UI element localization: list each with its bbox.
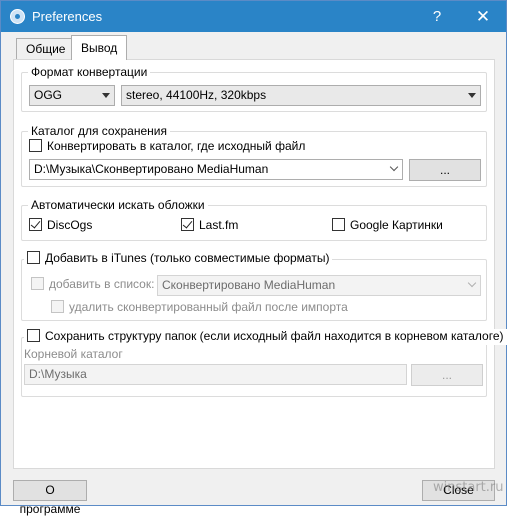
- itunes-group: Добавить в iTunes (только совместимые фо…: [21, 251, 487, 321]
- checkbox-icon: [31, 277, 44, 290]
- checkbox-icon: [29, 139, 42, 152]
- quality-select-value: stereo, 44100Hz, 320kbps: [126, 88, 267, 102]
- format-group-title: Формат конвертации: [28, 65, 151, 79]
- chevron-down-icon: [467, 278, 477, 288]
- add-to-itunes-label: Добавить в iTunes (только совместимые фо…: [45, 251, 330, 265]
- checkbox-icon: [332, 218, 345, 231]
- itunes-playlist-combo[interactable]: Сконвертировано MediaHuman: [157, 275, 481, 296]
- discogs-label: DiscOgs: [47, 218, 93, 232]
- dropdown-arrow-icon: [468, 93, 476, 98]
- checkbox-checked-icon: [181, 218, 194, 231]
- preferences-window: Preferences ? ✕ Общие Вывод Формат конве…: [0, 0, 507, 516]
- format-select[interactable]: OGG: [29, 85, 115, 106]
- checkbox-icon: [27, 251, 40, 264]
- help-button[interactable]: ?: [414, 1, 460, 32]
- title-bar: Preferences ? ✕: [1, 1, 506, 32]
- app-icon: [10, 9, 25, 24]
- quality-select[interactable]: stereo, 44100Hz, 320kbps: [121, 85, 481, 106]
- output-path-combo[interactable]: D:\Музыка\Сконвертировано MediaHuman: [29, 159, 403, 180]
- google-images-checkbox[interactable]: Google Картинки: [332, 218, 443, 234]
- root-folder-input[interactable]: D:\Музыка: [24, 364, 407, 385]
- about-button[interactable]: О программе: [13, 480, 87, 516]
- window-title: Preferences: [32, 9, 103, 24]
- covers-group-title: Автоматически искать обложки: [28, 198, 208, 212]
- watermark-text: winstart.ru: [433, 480, 504, 495]
- add-to-list-checkbox[interactable]: добавить в список:: [31, 277, 154, 293]
- checkbox-icon: [51, 300, 64, 313]
- lastfm-checkbox[interactable]: Last.fm: [181, 218, 238, 234]
- convert-to-source-checkbox[interactable]: Конвертировать в каталог, где исходный ф…: [29, 139, 305, 155]
- checkbox-checked-icon: [29, 218, 42, 231]
- format-select-value: OGG: [34, 88, 63, 102]
- delete-after-import-checkbox[interactable]: удалить сконвертированный файл после имп…: [51, 300, 348, 316]
- convert-to-source-label: Конвертировать в каталог, где исходный ф…: [47, 139, 306, 153]
- lastfm-label: Last.fm: [199, 218, 239, 232]
- add-to-itunes-checkbox[interactable]: Добавить в iTunes (только совместимые фо…: [24, 251, 333, 267]
- discogs-checkbox[interactable]: DiscOgs: [29, 218, 92, 234]
- tab-general[interactable]: Общие: [16, 38, 76, 59]
- delete-after-import-label: удалить сконвертированный файл после имп…: [69, 300, 348, 314]
- format-group: Формат конвертации OGG stereo, 44100Hz, …: [21, 65, 487, 112]
- chevron-down-icon: [389, 162, 399, 172]
- close-window-button[interactable]: ✕: [460, 1, 506, 32]
- output-folder-group: Каталог для сохранения Конвертировать в …: [21, 124, 487, 187]
- browse-output-button[interactable]: ...: [409, 159, 481, 181]
- browse-root-button[interactable]: ...: [411, 364, 483, 386]
- output-tab-panel: Формат конвертации OGG stereo, 44100Hz, …: [13, 59, 507, 469]
- google-images-label: Google Картинки: [350, 218, 443, 232]
- output-path-value: D:\Музыка\Сконвертировано MediaHuman: [34, 162, 269, 176]
- keep-structure-label: Сохранить структуру папок (если исходный…: [45, 329, 504, 343]
- root-folder-label: Корневой каталог: [24, 347, 123, 361]
- covers-group: Автоматически искать обложки DiscOgs Las…: [21, 198, 487, 241]
- dropdown-arrow-icon: [102, 93, 110, 98]
- checkbox-icon: [27, 329, 40, 342]
- add-to-list-label: добавить в список:: [49, 277, 155, 291]
- output-folder-group-title: Каталог для сохранения: [28, 124, 170, 138]
- folder-structure-group: Сохранить структуру папок (если исходный…: [21, 329, 507, 397]
- keep-structure-checkbox[interactable]: Сохранить структуру папок (если исходный…: [24, 329, 507, 345]
- tab-output[interactable]: Вывод: [71, 35, 128, 60]
- itunes-playlist-value: Сконвертировано MediaHuman: [162, 278, 336, 292]
